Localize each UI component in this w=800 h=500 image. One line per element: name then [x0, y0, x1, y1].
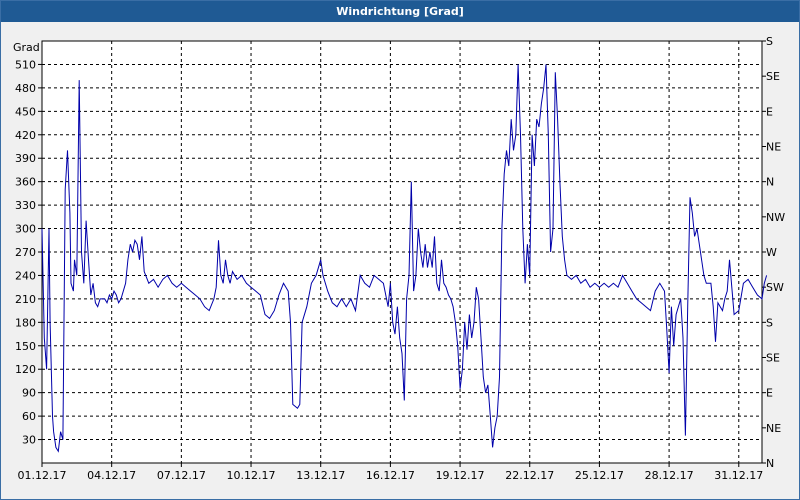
y-tick-label: 150	[15, 340, 36, 353]
x-tick-label: 28.12.17	[645, 469, 694, 482]
y-axis-label: Grad	[13, 41, 40, 54]
y-tick-label: 120	[15, 363, 36, 376]
x-tick-label: 07.12.17	[157, 469, 206, 482]
y2-tick-label: E	[766, 105, 773, 118]
x-tick-label: 01.12.17	[18, 469, 67, 482]
y-tick-label: 210	[15, 293, 36, 306]
y-tick-label: 180	[15, 316, 36, 329]
x-tick-label: 10.12.17	[227, 469, 276, 482]
x-tick-label: 19.12.17	[436, 469, 485, 482]
y2-tick-label: S	[766, 35, 773, 48]
y-tick-label: 450	[15, 105, 36, 118]
x-tick-label: 31.12.17	[714, 469, 763, 482]
y2-tick-label: W	[766, 246, 777, 259]
y-tick-label: 480	[15, 82, 36, 95]
y-axis-right: N NE E SE S SW W NW N NE E SE S	[762, 35, 785, 470]
y-tick-label: 30	[22, 434, 36, 447]
y-tick-label: 300	[15, 223, 36, 236]
x-tick-label: 22.12.17	[505, 469, 554, 482]
y-tick-label: 420	[15, 129, 36, 142]
y2-tick-label: NE	[766, 422, 781, 435]
y-tick-label: 60	[22, 410, 36, 423]
y-tick-label: 240	[15, 269, 36, 282]
y2-tick-label: SE	[766, 352, 780, 365]
y-tick-label: 90	[22, 387, 36, 400]
y-tick-label: 390	[15, 152, 36, 165]
y2-tick-label: NW	[766, 211, 785, 224]
wind-direction-chart: 30 60 90 120 150 180 210 240 270 300 330 360 390 420 4…	[13, 35, 785, 482]
y2-tick-label: SW	[766, 281, 784, 294]
y2-tick-label: N	[766, 457, 774, 470]
chart-window: Windrichtung [Grad] 30 60 90 120 150 180 210 24…	[0, 0, 800, 500]
x-axis: 01.12.17 04.12.17 07.12.17 10.12.17 13.12.17…	[18, 463, 763, 482]
y2-tick-label: NE	[766, 141, 781, 154]
window-title: Windrichtung [Grad]	[1, 1, 799, 22]
y-tick-label: 360	[15, 176, 36, 189]
x-tick-label: 04.12.17	[87, 469, 136, 482]
y2-tick-label: N	[766, 176, 774, 189]
x-tick-label: 16.12.17	[366, 469, 415, 482]
y2-tick-label: SE	[766, 70, 780, 83]
y-tick-label: 510	[15, 58, 36, 71]
y-axis-left: 30 60 90 120 150 180 210 240 270 300 330 360 390 420 4…	[15, 58, 42, 447]
x-tick-label: 13.12.17	[296, 469, 345, 482]
y2-tick-label: S	[766, 316, 773, 329]
y-tick-label: 330	[15, 199, 36, 212]
y-tick-label: 270	[15, 246, 36, 259]
y2-tick-label: E	[766, 387, 773, 400]
x-tick-label: 25.12.17	[575, 469, 624, 482]
